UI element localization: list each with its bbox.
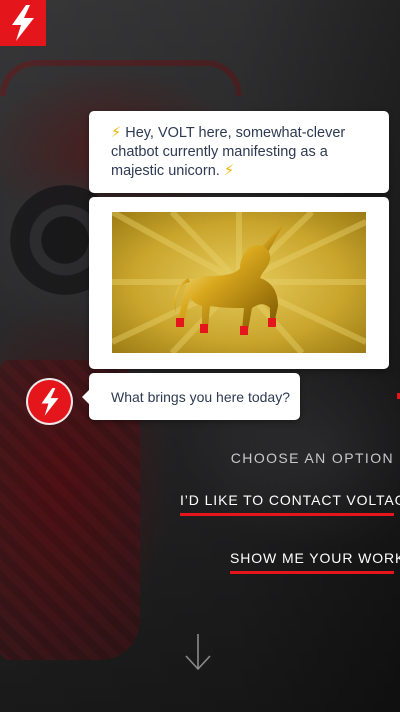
chat-message-intro: ⚡ Hey, VOLT here, somewhat-clever chatbo… <box>89 111 389 193</box>
high-voltage-emoji: ⚡ <box>223 163 235 179</box>
contact-voltage-button[interactable]: I’D LIKE TO CONTACT VOLTAGE <box>180 492 400 516</box>
lightning-bolt-icon <box>41 387 58 416</box>
question-text: What brings you here today? <box>111 389 290 405</box>
chat-message-image <box>89 197 389 369</box>
arrow-down-icon[interactable] <box>184 632 212 672</box>
volt-logo[interactable] <box>0 0 46 46</box>
show-work-button[interactable]: SHOW ME YOUR WORK. <box>230 550 400 574</box>
golden-unicorn-image <box>112 212 366 353</box>
choose-option-label: CHOOSE AN OPTION <box>230 450 394 466</box>
lightning-bolt-icon <box>12 5 34 41</box>
volt-avatar <box>28 380 71 423</box>
chat-message-question: What brings you here today? <box>82 373 300 420</box>
high-voltage-emoji: ⚡ <box>111 125 122 141</box>
